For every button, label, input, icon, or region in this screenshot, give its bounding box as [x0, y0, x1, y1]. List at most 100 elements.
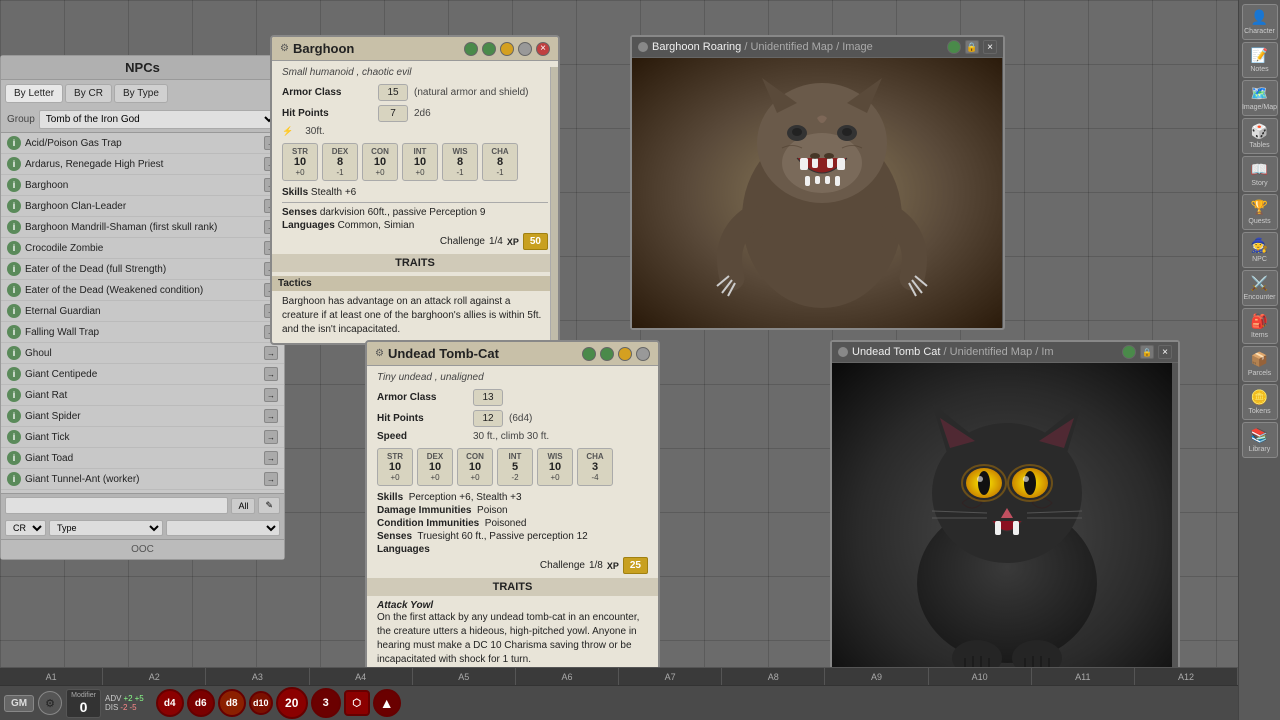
die-d10[interactable]: d10: [249, 691, 273, 715]
npc-extra-filter[interactable]: [166, 520, 280, 536]
coordinate-cell: A9: [825, 668, 928, 685]
sidebar-btn-tokens[interactable]: 🪙 Tokens: [1242, 384, 1278, 420]
barghoon-btn-yellow[interactable]: [500, 42, 514, 56]
library-label: Library: [1249, 446, 1270, 453]
npc-label: NPC: [1252, 256, 1267, 263]
sidebar-btn-items[interactable]: 🎒 Items: [1242, 308, 1278, 344]
sidebar-btn-library[interactable]: 📚 Library: [1242, 422, 1278, 458]
separator1: [282, 202, 548, 203]
skills-value: Perception +6, Stealth +3: [409, 492, 522, 503]
ability-name: INT: [509, 452, 522, 461]
npc-list-item[interactable]: i Ghoul →: [1, 343, 284, 364]
npc-list-item[interactable]: i Giant Tick →: [1, 427, 284, 448]
sidebar-btn-character[interactable]: 👤 Character: [1242, 4, 1278, 40]
ability-score-box: CHA 8 -1: [482, 143, 518, 181]
coordinate-cell: A6: [516, 668, 619, 685]
undead-cat-btn-active[interactable]: [600, 347, 614, 361]
npc-list-item[interactable]: i Giant Rat →: [1, 385, 284, 406]
adv-plus1: +2: [123, 694, 132, 703]
settings-icon[interactable]: ⚙: [38, 691, 62, 715]
cat-img-btn-close[interactable]: ×: [1158, 345, 1172, 359]
coordinate-cell: A2: [103, 668, 206, 685]
barghoon-img-btn-lock[interactable]: 🔒: [965, 40, 979, 54]
npc-list-item[interactable]: i Barghoon Clan-Leader →: [1, 196, 284, 217]
npc-list-item[interactable]: i Giant Spider →: [1, 406, 284, 427]
die-d4[interactable]: d4: [156, 689, 184, 717]
die-d12[interactable]: 20: [276, 687, 308, 719]
die-d8[interactable]: d8: [218, 689, 246, 717]
ability-name: STR: [387, 452, 403, 461]
npc-action-icon[interactable]: →: [264, 472, 278, 486]
ability-score-box: DEX 8 -1: [322, 143, 358, 181]
npc-list-item[interactable]: i Falling Wall Trap →: [1, 322, 284, 343]
barghoon-btn-close[interactable]: ×: [536, 42, 550, 56]
npc-list-item[interactable]: i Ardarus, Renegade High Priest →: [1, 154, 284, 175]
undead-cat-btn-green[interactable]: [582, 347, 596, 361]
npc-list-item[interactable]: i Crocodile Zombie →: [1, 238, 284, 259]
npc-action-icon[interactable]: →: [264, 367, 278, 381]
npc-list-item[interactable]: i Barghoon Mandrill-Shaman (first skull …: [1, 217, 284, 238]
npc-list-item[interactable]: i Giant Toad →: [1, 448, 284, 469]
npc-list-item[interactable]: i Eater of the Dead (Weakened condition)…: [1, 280, 284, 301]
die-d6[interactable]: d6: [187, 689, 215, 717]
sidebar-btn-quests[interactable]: 🏆 Quests: [1242, 194, 1278, 230]
tab-by-letter[interactable]: By Letter: [5, 84, 63, 103]
ability-name: DEX: [427, 452, 443, 461]
npc-list-item[interactable]: i Acid/Poison Gas Trap →: [1, 133, 284, 154]
tab-by-type[interactable]: By Type: [114, 84, 168, 103]
encounter-label: Encounter: [1244, 294, 1276, 301]
cat-img-btn-green[interactable]: [1122, 345, 1136, 359]
cat-image-display: [832, 363, 1172, 703]
npc-list-item[interactable]: i Giant Tunnel-Ant (worker) →: [1, 469, 284, 490]
sidebar-btn-parcels[interactable]: 📦 Parcels: [1242, 346, 1278, 382]
barghoon-btn-green[interactable]: [464, 42, 478, 56]
sidebar-btn-tables[interactable]: 🎲 Tables: [1242, 118, 1278, 154]
npc-info-dot: i: [7, 283, 21, 297]
adv-row: ADV +2 +5: [105, 694, 144, 703]
die-extra[interactable]: ▲: [373, 689, 401, 717]
barghoon-scrollbar[interactable]: [550, 67, 558, 343]
sidebar-btn-notes[interactable]: 📝 Notes: [1242, 42, 1278, 78]
npc-all-button[interactable]: All: [231, 498, 255, 514]
barghoon-lang-label: Languages: [282, 220, 335, 231]
barghoon-img-btn-close[interactable]: ×: [983, 40, 997, 54]
cat-cr-value: 1/8: [589, 560, 603, 571]
npc-list-item[interactable]: i Eater of the Dead (full Strength) →: [1, 259, 284, 280]
sidebar-btn-imagemap[interactable]: 🗺️ Image/Map: [1242, 80, 1278, 116]
npc-list-item[interactable]: i Eternal Guardian →: [1, 301, 284, 322]
undead-cat-btn-yellow[interactable]: [618, 347, 632, 361]
tab-by-cr[interactable]: By CR: [65, 84, 112, 103]
sidebar-btn-story[interactable]: 📖 Story: [1242, 156, 1278, 192]
undead-cat-cond-immunities: Condition Immunities Poisoned: [377, 518, 648, 529]
npc-list-item[interactable]: i Giant Centipede →: [1, 364, 284, 385]
die-d20[interactable]: 3: [311, 688, 341, 718]
npc-search-input[interactable]: [5, 497, 228, 514]
barghoon-ac-value: 15: [378, 84, 408, 101]
npc-action-icon[interactable]: →: [264, 388, 278, 402]
npc-cr-filter[interactable]: CR: [5, 520, 46, 536]
npc-action-icon[interactable]: →: [264, 451, 278, 465]
group-select[interactable]: Tomb of the Iron God: [39, 110, 278, 129]
npc-name-label: Acid/Poison Gas Trap: [25, 138, 260, 149]
npc-name-label: Ghoul: [25, 348, 260, 359]
npc-name-label: Giant Tick: [25, 432, 260, 443]
sidebar-btn-encounter[interactable]: ⚔️ Encounter: [1242, 270, 1278, 306]
npc-info-dot: i: [7, 325, 21, 339]
barghoon-xp-value: 50: [523, 233, 548, 250]
npc-edit-button[interactable]: ✎: [258, 497, 280, 514]
npc-action-icon[interactable]: →: [264, 430, 278, 444]
npc-list-item[interactable]: i Barghoon →: [1, 175, 284, 196]
npc-name-label: Giant Centipede: [25, 369, 260, 380]
ability-score-box: STR 10 +0: [377, 448, 413, 486]
npc-action-icon[interactable]: →: [264, 346, 278, 360]
undead-cat-btn-gray[interactable]: [636, 347, 650, 361]
notes-label: Notes: [1250, 66, 1268, 73]
sidebar-btn-npc[interactable]: 🧙 NPC: [1242, 232, 1278, 268]
cat-img-btn-lock[interactable]: 🔒: [1140, 345, 1154, 359]
npc-type-filter[interactable]: Type: [49, 520, 163, 536]
barghoon-btn-gray[interactable]: [518, 42, 532, 56]
npc-action-icon[interactable]: →: [264, 409, 278, 423]
barghoon-btn-active[interactable]: [482, 42, 496, 56]
barghoon-img-btn-green[interactable]: [947, 40, 961, 54]
die-square[interactable]: ⬡: [344, 690, 370, 716]
